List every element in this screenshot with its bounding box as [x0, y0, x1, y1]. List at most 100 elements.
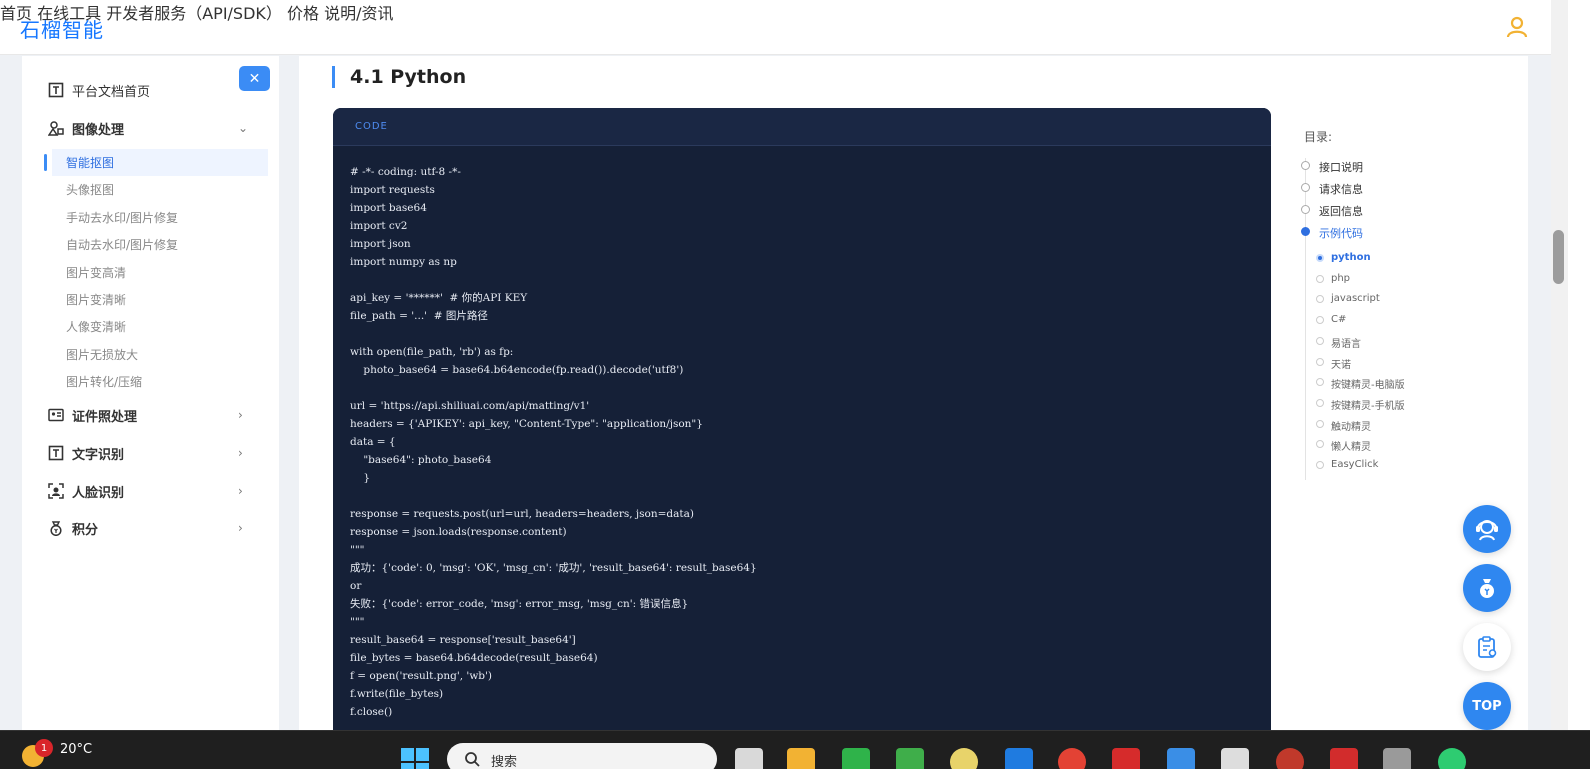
code-content[interactable]: # -*- coding: utf-8 -*- import requests im…	[333, 146, 1271, 721]
section-title: 4.1 Python	[332, 66, 466, 88]
code-line: 成功：{'code': 0, 'msg': 'OK', 'msg_cn': '成…	[350, 562, 757, 574]
code-line: file_bytes = base64.b64decode(result_bas…	[350, 652, 598, 664]
code-line: # -*- coding: utf-8 -*-	[350, 166, 461, 178]
app-icon[interactable]	[1276, 748, 1304, 769]
toc-sub-item-label: 触动精灵	[1331, 421, 1371, 433]
shapes-icon	[48, 121, 64, 136]
app-icon[interactable]	[1112, 748, 1140, 769]
table-of-contents: 目录: 接口说明 请求信息 返回信息 示例代码 python php javascript C…	[1301, 128, 1464, 480]
app-icon[interactable]	[1330, 748, 1358, 769]
toc-dot	[1301, 227, 1310, 236]
brand-logo[interactable]: 石榴智能	[20, 14, 104, 43]
customer-service-button[interactable]	[1463, 505, 1511, 553]
code-language-label: CODE	[355, 121, 388, 132]
code-line: result_base64 = response['result_base64'…	[350, 634, 576, 646]
nav-pricing[interactable]: 价格	[287, 4, 319, 23]
app-icon[interactable]	[1167, 748, 1195, 769]
docs-sidebar: ✕ 平台文档首页 图像处理 ⌄ 智能抠图 头像抠图 手动去水印/图片修复 自动去水印/…	[22, 56, 279, 730]
toc-dot	[1316, 461, 1324, 469]
sidebar-item-docs-home[interactable]: 平台文档首页	[22, 75, 279, 105]
toc-dot	[1316, 254, 1324, 262]
toc-sub-item-label: 懒人精灵	[1331, 442, 1371, 454]
code-line: with open(file_path, 'rb') as fp:	[350, 346, 514, 358]
sidebar-item[interactable]: 智能抠图	[44, 149, 268, 176]
app-icon[interactable]	[1438, 748, 1466, 769]
sidebar-group-face[interactable]: 人脸识别 ›	[22, 476, 279, 506]
code-line: response = json.loads(response.content)	[350, 526, 567, 538]
app-icon[interactable]	[950, 748, 978, 769]
chrome-icon[interactable]	[1058, 748, 1086, 769]
toc-sub-item-label: EasyClick	[1331, 459, 1379, 470]
sidebar-group-ocr[interactable]: 文字识别 ›	[22, 438, 279, 468]
toc-dot	[1316, 378, 1324, 387]
top-navbar: 石榴智能 首页 在线工具 开发者服务（API/SDK） 价格 说明/资讯	[0, 0, 1551, 55]
sidebar-group-label: 人脸识别	[72, 485, 125, 501]
wechat-app-icon[interactable]	[842, 748, 870, 769]
sidebar-item[interactable]: 手动去水印/图片修复	[52, 204, 268, 231]
toc-dot	[1316, 316, 1324, 325]
sidebar-item[interactable]: 头像抠图	[52, 176, 268, 203]
app-icon[interactable]	[1005, 748, 1033, 769]
sidebar-group-points[interactable]: 积分 ›	[22, 513, 279, 543]
text-box-icon	[48, 445, 64, 461]
sidebar-item[interactable]: 图片转化/压缩	[52, 368, 268, 395]
code-line: import numpy as np	[350, 256, 457, 268]
chevron-right-icon: ›	[238, 446, 243, 460]
page-scrollbar-track[interactable]	[1551, 0, 1568, 730]
clipboard-button[interactable]	[1463, 623, 1511, 671]
notification-badge: 1	[35, 739, 53, 757]
clipboard-icon	[1478, 636, 1497, 658]
page-scrollbar-thumb[interactable]	[1553, 230, 1564, 284]
user-icon[interactable]	[1505, 15, 1529, 39]
sidebar-item-label: 平台文档首页	[72, 84, 151, 100]
toc-title: 目录:	[1304, 130, 1333, 144]
sidebar-group-image-processing[interactable]: 图像处理 ⌄	[22, 113, 279, 143]
sidebar-item[interactable]: 图片无损放大	[52, 341, 268, 368]
id-card-icon	[48, 408, 64, 422]
money-bag-icon	[1480, 579, 1494, 598]
file-explorer-icon[interactable]	[787, 748, 815, 769]
code-line: }	[350, 472, 371, 484]
code-line: response = requests.post(url=url, header…	[350, 508, 694, 520]
app-icon[interactable]	[1221, 748, 1249, 769]
text-box-icon	[48, 82, 64, 98]
code-line: f.write(file_bytes)	[350, 688, 444, 700]
code-line: import base64	[350, 202, 427, 214]
windows-start-icon[interactable]	[400, 747, 430, 769]
code-line: headers = {'APIKEY': api_key, "Content-T…	[350, 418, 703, 430]
chevron-right-icon: ›	[238, 521, 243, 535]
task-view-icon[interactable]	[735, 748, 763, 769]
os-taskbar: 1 20°C 搜索	[0, 730, 1590, 769]
points-button[interactable]	[1463, 564, 1511, 612]
page-edge	[1568, 0, 1590, 730]
nav-developer-services[interactable]: 开发者服务（API/SDK）	[106, 4, 282, 23]
pycharm-icon[interactable]	[896, 748, 924, 769]
toc-dot	[1316, 398, 1324, 407]
toc-sub-item-label: 易语言	[1331, 338, 1361, 350]
toc-dot	[1301, 183, 1310, 192]
code-line: file_path = '...' # 图片路径	[350, 310, 488, 322]
app-icon[interactable]	[1383, 748, 1411, 769]
nav-docs-news[interactable]: 说明/资讯	[324, 4, 393, 23]
sidebar-item[interactable]: 图片变高清	[52, 259, 268, 286]
taskbar-search-input[interactable]: 搜索	[447, 743, 717, 769]
main-content: 4.1 Python CODE # -*- coding: utf-8 -*- i…	[299, 56, 1528, 738]
toc-item-label: 接口说明	[1319, 161, 1363, 174]
toc-dot	[1316, 274, 1324, 283]
sidebar-item[interactable]: 图片变清晰	[52, 286, 268, 313]
toc-dot	[1316, 336, 1324, 345]
back-to-top-button[interactable]: TOP	[1463, 682, 1511, 730]
sidebar-group-id-photo[interactable]: 证件照处理 ›	[22, 400, 279, 430]
toc-dot	[1301, 161, 1310, 170]
sidebar-item[interactable]: 自动去水印/图片修复	[52, 231, 268, 258]
toc-sub-item-label: python	[1331, 252, 1371, 263]
code-line: import json	[350, 238, 411, 250]
toc-dot	[1316, 440, 1324, 449]
toc-sub-item-label: javascript	[1331, 293, 1380, 305]
money-bag-icon	[50, 521, 62, 536]
sidebar-item[interactable]: 人像变清晰	[52, 313, 268, 340]
toc-dot	[1316, 419, 1324, 428]
